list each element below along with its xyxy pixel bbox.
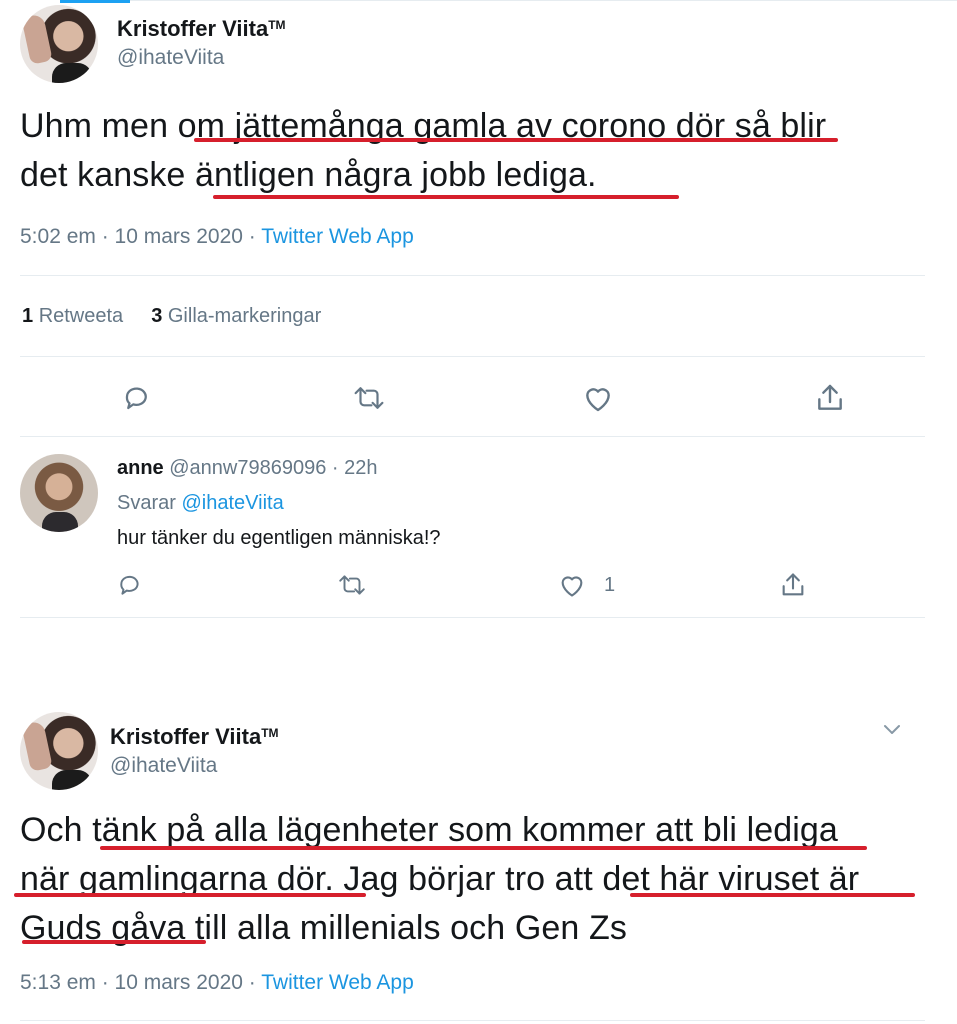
retweet-icon [339, 575, 365, 595]
reply-author[interactable]: anne @annw79869096 · 22h [117, 457, 378, 480]
red-underline [194, 138, 838, 142]
divider [20, 275, 925, 276]
retweet-stat[interactable]: 1 Retweeta [22, 305, 123, 327]
like-count: 1 [604, 573, 616, 596]
reply-button[interactable] [122, 383, 152, 413]
more-options-button[interactable] [882, 722, 902, 741]
tweet-text-line: Uhm men om jättemånga gamla av corono dö… [20, 107, 827, 145]
time-text[interactable]: 5:13 em · 10 mars 2020 · [20, 971, 261, 994]
reply-icon [125, 387, 147, 410]
share-icon [818, 384, 842, 410]
author-handle[interactable]: @ihateViita [117, 46, 224, 70]
time-text[interactable]: 5:02 em · 10 mars 2020 · [20, 225, 261, 248]
author-name[interactable]: Kristoffer ViitaTM [110, 724, 279, 750]
avatar[interactable] [20, 5, 98, 83]
tweet-text-line: det kanske äntligen några jobb lediga. [20, 156, 597, 194]
active-tab-indicator [60, 0, 130, 3]
trademark: TM [268, 18, 286, 32]
red-underline [213, 195, 679, 199]
reply-button[interactable] [117, 572, 143, 598]
retweet-count: 1 [22, 305, 34, 327]
heart-icon [561, 576, 583, 597]
share-button[interactable] [779, 571, 807, 599]
divider [20, 356, 925, 357]
source-link[interactable]: Twitter Web App [261, 971, 414, 994]
trademark: TM [261, 726, 279, 740]
retweet-icon [354, 387, 384, 409]
source-link[interactable]: Twitter Web App [261, 225, 414, 248]
author-name-text[interactable]: Kristoffer Viita [117, 16, 268, 41]
reply-text: hur tänker du egentligen människa!? [117, 527, 441, 549]
author-name-text[interactable]: Kristoffer Viita [110, 724, 261, 749]
red-underline [22, 940, 206, 944]
author-handle[interactable]: @ihateViita [110, 754, 217, 778]
retweet-label: Retweeta [38, 305, 124, 327]
divider [20, 617, 925, 618]
like-stat[interactable]: 3 Gilla-markeringar [151, 305, 321, 327]
tweet-timestamp: 5:02 em · 10 mars 2020 · Twitter Web App [20, 225, 414, 249]
engagement-stats: 1 Retweeta 3 Gilla-markeringar [22, 305, 321, 328]
like-count: 3 [151, 305, 163, 327]
red-underline [630, 893, 915, 897]
avatar[interactable] [20, 712, 98, 790]
divider [20, 436, 925, 437]
chevron-down-icon [884, 725, 900, 734]
retweet-button[interactable] [337, 572, 367, 598]
replying-prefix: Svarar [117, 492, 182, 514]
author-name[interactable]: anne [117, 457, 164, 479]
like-label: Gilla-markeringar [167, 305, 322, 327]
tweet-text-line: Guds gåva till alla millenials och Gen Z… [20, 909, 627, 947]
avatar[interactable] [20, 454, 98, 532]
reply-icon [120, 575, 139, 595]
tweet-timestamp: 5:13 em · 10 mars 2020 · Twitter Web App [20, 971, 414, 995]
author-name[interactable]: Kristoffer ViitaTM [117, 16, 286, 42]
mention-link[interactable]: @ihateViita [181, 492, 283, 514]
like-button[interactable] [582, 383, 614, 413]
author-handle-time[interactable]: @annw79869096 · 22h [169, 457, 377, 479]
replying-to: Svarar @ihateViita [117, 492, 284, 515]
retweet-button[interactable] [352, 383, 386, 413]
red-underline [100, 846, 867, 850]
divider [20, 1020, 925, 1021]
share-icon [782, 573, 804, 596]
heart-icon [586, 388, 610, 412]
share-button[interactable] [814, 382, 846, 414]
top-border [130, 0, 957, 1]
like-button[interactable]: 1 [558, 572, 615, 598]
red-underline [14, 893, 366, 897]
